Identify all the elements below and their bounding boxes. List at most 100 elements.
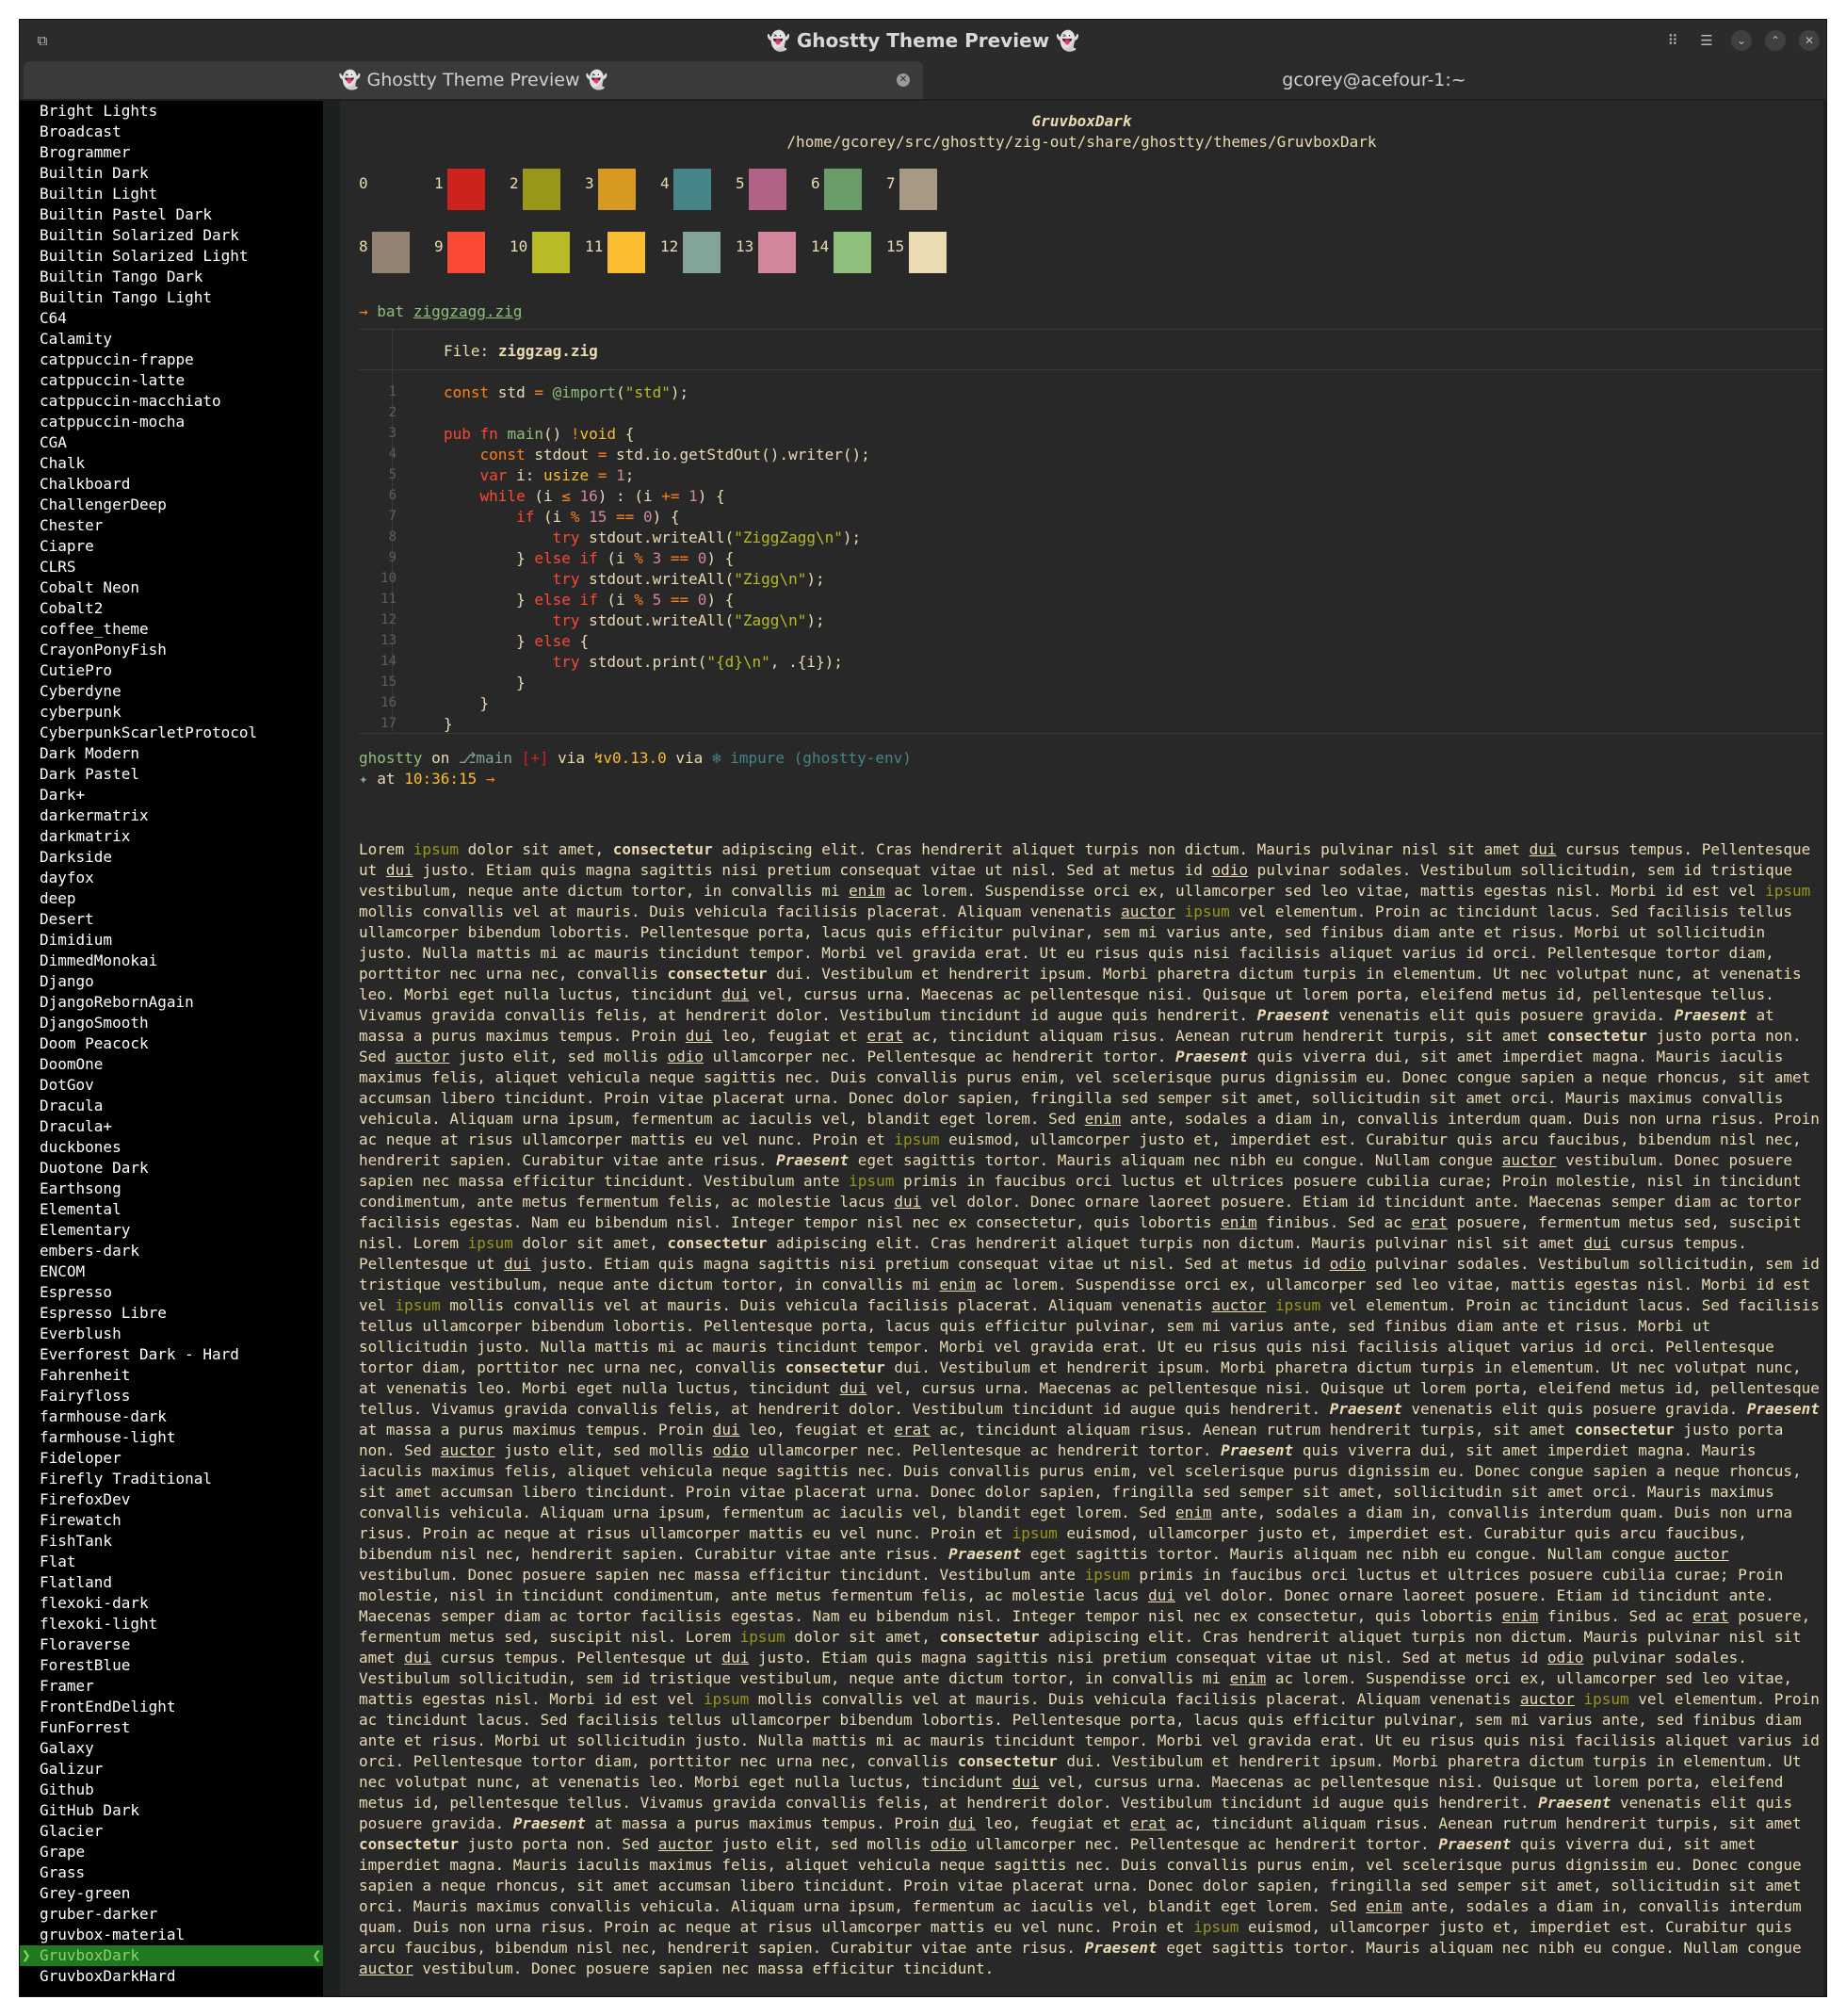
theme-list-item[interactable]: ❯ ❮ GruvboxDark <box>20 1945 323 1966</box>
theme-list-item[interactable]: CyberpunkScarletProtocol <box>20 723 323 743</box>
theme-list-item[interactable]: Grey-green <box>20 1883 323 1904</box>
theme-list-item[interactable]: Doom Peacock <box>20 1033 323 1054</box>
theme-list-item[interactable]: Firewatch <box>20 1510 323 1531</box>
theme-list-item[interactable]: duckbones <box>20 1137 323 1158</box>
theme-list-item[interactable]: Elementary <box>20 1220 323 1241</box>
theme-list-item[interactable]: Grape <box>20 1842 323 1862</box>
theme-list-item[interactable]: Builtin Light <box>20 184 323 204</box>
theme-list[interactable]: Bright Lights Broadcast Brogrammer Builtin … <box>20 101 323 1996</box>
theme-list-item[interactable]: CLRS <box>20 557 323 577</box>
theme-list-item[interactable]: Earthsong <box>20 1179 323 1199</box>
tab-theme-preview[interactable]: 👻 Ghostty Theme Preview 👻 ✕ <box>24 61 923 99</box>
theme-list-item[interactable]: deep <box>20 888 323 909</box>
theme-list-item[interactable]: Dimidium <box>20 930 323 951</box>
minimize-button[interactable]: ⌄ <box>1731 30 1752 51</box>
theme-list-item[interactable]: CrayonPonyFish <box>20 640 323 660</box>
theme-list-item[interactable]: darkmatrix <box>20 826 323 847</box>
theme-list-item[interactable]: Cyberdyne <box>20 681 323 702</box>
theme-list-item[interactable]: cyberpunk <box>20 702 323 723</box>
theme-list-item[interactable]: DoomOne <box>20 1054 323 1075</box>
theme-list-item[interactable]: CGA <box>20 432 323 453</box>
theme-list-item[interactable]: ForestBlue <box>20 1655 323 1676</box>
theme-list-item[interactable]: catppuccin-macchiato <box>20 391 323 412</box>
theme-list-item[interactable]: flexoki-light <box>20 1614 323 1634</box>
theme-list-item[interactable]: Builtin Pastel Dark <box>20 204 323 225</box>
theme-list-item[interactable]: ChallengerDeep <box>20 495 323 515</box>
theme-list-item[interactable]: Fideloper <box>20 1448 323 1469</box>
theme-list-item[interactable]: farmhouse-dark <box>20 1406 323 1427</box>
theme-list-item[interactable]: Duotone Dark <box>20 1158 323 1179</box>
theme-list-item[interactable]: Ciapre <box>20 536 323 557</box>
theme-list-item[interactable]: Chalkboard <box>20 474 323 495</box>
close-window-button[interactable]: ✕ <box>1799 30 1820 51</box>
grid-icon[interactable]: ⠿ <box>1663 31 1682 50</box>
theme-list-item[interactable]: Elemental <box>20 1199 323 1220</box>
theme-list-item[interactable]: Desert <box>20 909 323 930</box>
theme-list-item[interactable]: Builtin Dark <box>20 163 323 184</box>
theme-list-item[interactable]: Everblush <box>20 1324 323 1344</box>
theme-list-item[interactable]: Builtin Tango Dark <box>20 267 323 287</box>
theme-list-item[interactable]: Floraverse <box>20 1634 323 1655</box>
theme-list-item[interactable]: Calamity <box>20 329 323 350</box>
theme-list-item[interactable]: Dark Pastel <box>20 764 323 785</box>
theme-list-item[interactable]: DjangoRebornAgain <box>20 992 323 1013</box>
theme-list-item[interactable]: Darkside <box>20 847 323 868</box>
theme-list-item[interactable]: Bright Lights <box>20 101 323 122</box>
theme-list-item[interactable]: flexoki-dark <box>20 1593 323 1614</box>
theme-list-item[interactable]: Dracula+ <box>20 1116 323 1137</box>
theme-list-item[interactable]: Broadcast <box>20 122 323 142</box>
theme-list-item[interactable]: Fahrenheit <box>20 1365 323 1386</box>
theme-list-item[interactable]: C64 <box>20 308 323 329</box>
theme-list-item[interactable]: Dracula <box>20 1096 323 1116</box>
theme-list-item[interactable]: Galizur <box>20 1759 323 1780</box>
theme-list-item[interactable]: Fairyfloss <box>20 1386 323 1406</box>
theme-list-item[interactable]: darkermatrix <box>20 805 323 826</box>
theme-list-item[interactable]: DjangoSmooth <box>20 1013 323 1033</box>
theme-list-item[interactable]: ENCOM <box>20 1261 323 1282</box>
maximize-button[interactable]: ⌃ <box>1765 30 1786 51</box>
theme-list-item[interactable]: Builtin Tango Light <box>20 287 323 308</box>
theme-list-item[interactable]: coffee_theme <box>20 619 323 640</box>
theme-list-item[interactable]: Dark Modern <box>20 743 323 764</box>
theme-list-item[interactable]: Framer <box>20 1676 323 1697</box>
theme-list-item[interactable]: Github <box>20 1780 323 1800</box>
theme-list-item[interactable]: Glacier <box>20 1821 323 1842</box>
theme-list-item[interactable]: Galaxy <box>20 1738 323 1759</box>
theme-list-item[interactable]: Firefly Traditional <box>20 1469 323 1489</box>
theme-list-item[interactable]: Django <box>20 971 323 992</box>
theme-list-item[interactable]: gruvbox-material <box>20 1925 323 1945</box>
theme-list-item[interactable]: Espresso Libre <box>20 1303 323 1324</box>
theme-list-item[interactable]: FishTank <box>20 1531 323 1552</box>
hamburger-menu-icon[interactable]: ☰ <box>1697 31 1716 50</box>
theme-list-item[interactable]: Grass <box>20 1862 323 1883</box>
theme-list-item[interactable]: Cobalt Neon <box>20 577 323 598</box>
theme-list-item[interactable]: GruvboxDarkHard <box>20 1966 323 1987</box>
theme-list-item[interactable]: Brogrammer <box>20 142 323 163</box>
theme-list-item[interactable]: gruber-darker <box>20 1904 323 1925</box>
theme-list-item[interactable]: Builtin Solarized Dark <box>20 225 323 246</box>
theme-list-item[interactable]: Chalk <box>20 453 323 474</box>
theme-list-item[interactable]: catppuccin-latte <box>20 370 323 391</box>
theme-list-item[interactable]: Espresso <box>20 1282 323 1303</box>
theme-list-item[interactable]: Cobalt2 <box>20 598 323 619</box>
theme-list-item[interactable]: DotGov <box>20 1075 323 1096</box>
tab-close-button[interactable]: ✕ <box>897 73 910 87</box>
theme-list-item[interactable]: Flat <box>20 1552 323 1572</box>
theme-list-item[interactable]: Dark+ <box>20 785 323 805</box>
theme-list-item[interactable]: DimmedMonokai <box>20 951 323 971</box>
theme-list-item[interactable]: Builtin Solarized Light <box>20 246 323 267</box>
theme-list-item[interactable]: catppuccin-frappe <box>20 350 323 370</box>
theme-list-item[interactable]: Chester <box>20 515 323 536</box>
theme-list-item[interactable]: embers-dark <box>20 1241 323 1261</box>
theme-list-item[interactable]: Flatland <box>20 1572 323 1593</box>
theme-list-item[interactable]: catppuccin-mocha <box>20 412 323 432</box>
theme-list-item[interactable]: GitHub Dark <box>20 1800 323 1821</box>
theme-list-item[interactable]: CutiePro <box>20 660 323 681</box>
theme-list-item[interactable]: FirefoxDev <box>20 1489 323 1510</box>
theme-list-item[interactable]: dayfox <box>20 868 323 888</box>
theme-list-item[interactable]: Everforest Dark - Hard <box>20 1344 323 1365</box>
theme-list-item[interactable]: FunForrest <box>20 1717 323 1738</box>
theme-list-item[interactable]: FrontEndDelight <box>20 1697 323 1717</box>
theme-list-item[interactable]: farmhouse-light <box>20 1427 323 1448</box>
tab-shell[interactable]: gcorey@acefour-1:~ <box>924 61 1824 99</box>
